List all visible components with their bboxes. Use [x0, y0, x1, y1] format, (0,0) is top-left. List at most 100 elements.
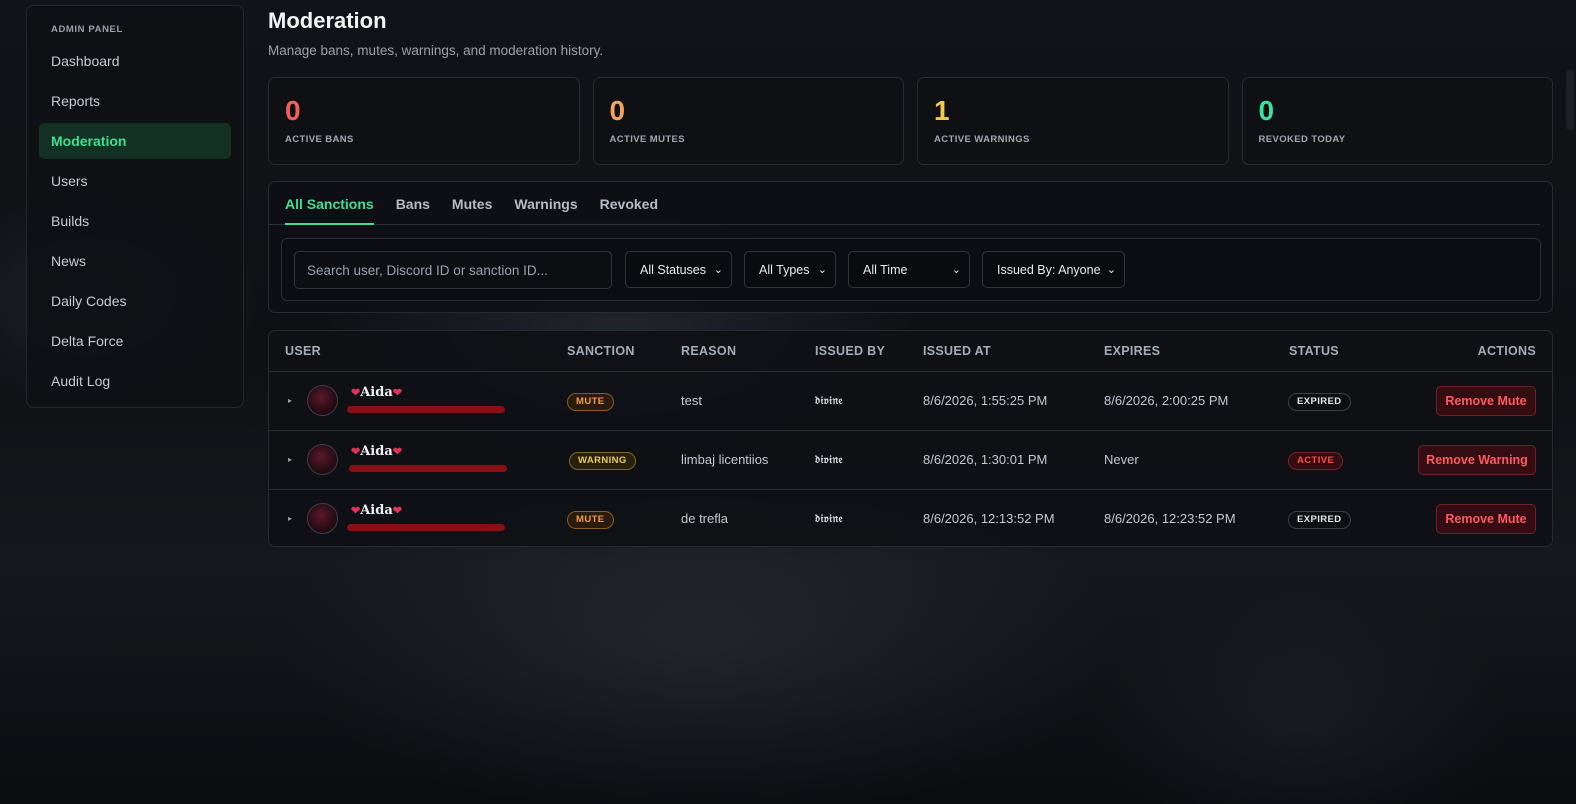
stat-value: 0	[1258, 95, 1275, 126]
col-user: USER	[285, 344, 321, 358]
status-select[interactable]: All Statuses ⌄	[625, 251, 732, 288]
type-select-value: All Types	[759, 262, 810, 277]
bow-icon: ❤	[392, 386, 402, 399]
scrollbar-thumb[interactable]	[1566, 70, 1574, 130]
stat-card-active-warnings: 1 ACTIVE WARNINGS	[917, 77, 1229, 165]
search-input[interactable]	[294, 251, 612, 289]
table-row: ▸ ❤Aida❤ MUTE de trefla 𝔡𝔦𝔳𝔦𝔫𝔢 8/6/2026,…	[269, 490, 1552, 549]
col-actions: ACTIONS	[1477, 344, 1536, 358]
bow-icon: ❤	[392, 504, 402, 517]
table-row: ▸ ❤Aida❤ MUTE test 𝔡𝔦𝔳𝔦𝔫𝔢 8/6/2026, 1:55…	[269, 372, 1552, 431]
expires-text: 8/6/2026, 12:23:52 PM	[1104, 511, 1236, 526]
stat-label: ACTIVE MUTES	[609, 134, 686, 145]
sidebar-item-dashboard[interactable]: Dashboard	[39, 43, 231, 79]
table-header: USER SANCTION REASON ISSUED BY ISSUED AT…	[269, 331, 1552, 372]
avatar	[307, 503, 338, 534]
stat-card-revoked-today: 0 REVOKED TODAY	[1241, 77, 1553, 165]
tab-mutes[interactable]: Mutes	[452, 182, 492, 225]
redacted-id	[347, 524, 505, 531]
col-status: STATUS	[1289, 344, 1339, 358]
sidebar-item-news[interactable]: News	[39, 243, 231, 279]
user-name: ❤Aida❤	[351, 503, 402, 518]
page-subtitle: Manage bans, mutes, warnings, and modera…	[268, 43, 604, 58]
col-expires: EXPIRES	[1104, 344, 1161, 358]
filters-panel: All Sanctions Bans Mutes Warnings Revoke…	[268, 181, 1553, 313]
sanctions-table: USER SANCTION REASON ISSUED BY ISSUED AT…	[268, 330, 1553, 547]
tab-all-sanctions[interactable]: All Sanctions	[285, 182, 374, 225]
status-badge: EXPIRED	[1288, 511, 1351, 529]
sidebar-item-builds[interactable]: Builds	[39, 203, 231, 239]
bow-icon: ❤	[351, 445, 361, 458]
chevron-down-icon: ⌄	[951, 264, 961, 276]
sanction-badge: MUTE	[567, 393, 614, 411]
stat-value: 0	[609, 95, 626, 126]
sanction-tabs: All Sanctions Bans Mutes Warnings Revoke…	[269, 182, 1540, 225]
stat-label: REVOKED TODAY	[1258, 134, 1346, 145]
issued-at-text: 8/6/2026, 1:30:01 PM	[923, 452, 1048, 467]
chevron-down-icon: ⌄	[817, 264, 827, 276]
bow-icon: ❤	[392, 445, 402, 458]
page-title: Moderation	[268, 8, 387, 33]
redacted-id	[347, 406, 505, 413]
expires-text: 8/6/2026, 2:00:25 PM	[1104, 393, 1229, 408]
stat-value: 0	[285, 95, 301, 126]
stat-value: 1	[934, 95, 950, 126]
sidebar-item-reports[interactable]: Reports	[39, 83, 231, 119]
issued-by-select-value: Issued By: Anyone	[997, 262, 1101, 277]
sidebar-item-delta-force[interactable]: Delta Force	[39, 323, 231, 359]
stat-label: ACTIVE BANS	[285, 134, 354, 145]
type-select[interactable]: All Types ⌄	[744, 251, 836, 288]
sidebar-item-moderation[interactable]: Moderation	[39, 123, 231, 159]
time-select-value: All Time	[863, 262, 908, 277]
remove-mute-button[interactable]: Remove Mute	[1436, 504, 1536, 534]
issued-by-text: 𝔡𝔦𝔳𝔦𝔫𝔢	[815, 512, 844, 525]
chevron-down-icon: ⌄	[713, 264, 723, 276]
user-name-text: Aida	[360, 385, 393, 400]
sidebar-caption: ADMIN PANEL	[51, 24, 123, 35]
tab-bans[interactable]: Bans	[396, 182, 430, 225]
sanction-badge: WARNING	[569, 452, 636, 470]
bow-icon: ❤	[351, 386, 361, 399]
stat-label: ACTIVE WARNINGS	[934, 134, 1030, 145]
issued-by-text: 𝔡𝔦𝔳𝔦𝔫𝔢	[815, 453, 844, 466]
expires-text: Never	[1104, 452, 1139, 467]
expand-row-icon[interactable]: ▸	[288, 514, 292, 523]
remove-warning-button[interactable]: Remove Warning	[1418, 445, 1536, 475]
stats-row: 0 ACTIVE BANS 0 ACTIVE MUTES 1 ACTIVE WA…	[268, 77, 1553, 165]
stat-card-active-mutes: 0 ACTIVE MUTES	[592, 77, 904, 165]
remove-mute-button[interactable]: Remove Mute	[1436, 386, 1536, 416]
reason-text: test	[681, 393, 702, 408]
reason-text: limbaj licentiios	[681, 452, 769, 467]
time-select[interactable]: All Time ⌄	[848, 251, 970, 288]
expand-row-icon[interactable]: ▸	[288, 396, 292, 405]
status-badge: EXPIRED	[1288, 393, 1351, 411]
user-name-text: Aida	[360, 503, 393, 518]
user-name: ❤Aida❤	[351, 385, 402, 400]
filter-bar: All Statuses ⌄ All Types ⌄ All Time ⌄ Is…	[281, 238, 1541, 301]
user-name: ❤Aida❤	[351, 444, 402, 459]
scrollbar[interactable]	[1564, 0, 1576, 804]
sidebar-item-audit-log[interactable]: Audit Log	[39, 363, 231, 399]
issued-by-select[interactable]: Issued By: Anyone ⌄	[982, 251, 1125, 288]
reason-text: de trefla	[681, 511, 728, 526]
col-reason: REASON	[681, 344, 737, 358]
col-issued-by: ISSUED BY	[815, 344, 886, 358]
status-select-value: All Statuses	[640, 262, 707, 277]
redacted-id	[349, 465, 507, 472]
expand-row-icon[interactable]: ▸	[288, 455, 292, 464]
issued-at-text: 8/6/2026, 12:13:52 PM	[923, 511, 1055, 526]
sanction-badge: MUTE	[567, 511, 614, 529]
user-name-text: Aida	[360, 444, 393, 459]
status-badge: ACTIVE	[1288, 452, 1344, 470]
stat-card-active-bans: 0 ACTIVE BANS	[268, 77, 580, 165]
tab-revoked[interactable]: Revoked	[600, 182, 658, 225]
col-sanction: SANCTION	[567, 344, 635, 358]
sidebar-item-daily-codes[interactable]: Daily Codes	[39, 283, 231, 319]
sidebar-item-users[interactable]: Users	[39, 163, 231, 199]
avatar	[307, 385, 338, 416]
col-issued-at: ISSUED AT	[923, 344, 991, 358]
chevron-down-icon: ⌄	[1106, 264, 1116, 276]
bow-icon: ❤	[351, 504, 361, 517]
issued-at-text: 8/6/2026, 1:55:25 PM	[923, 393, 1048, 408]
tab-warnings[interactable]: Warnings	[514, 182, 577, 225]
